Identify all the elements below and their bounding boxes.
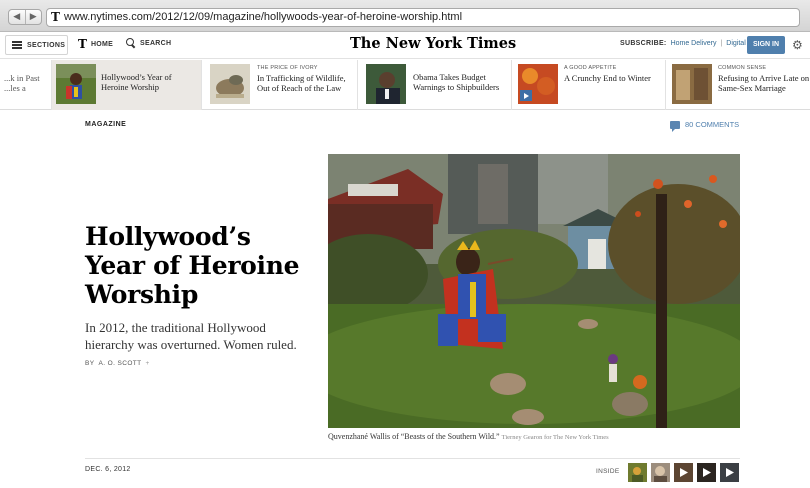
browser-toolbar: ◀ ▶ T www.nytimes.com/2012/12/09/magazin… [0,0,810,32]
ribbon-thumbnail [210,64,250,104]
ribbon-title: In Trafficking of Wildlife, Out of Reach… [257,73,346,93]
ribbon-title: Hollywood’s Year of Heroine Worship [101,72,172,92]
ribbon-title: Refusing to Arrive Late on Same-Sex Marr… [718,73,810,93]
ribbon-thumbnail [366,64,406,104]
history-buttons: ◀ ▶ [8,9,42,25]
t-logo-icon: T [78,37,87,51]
ribbon-thumbnail [518,64,558,104]
author-link[interactable]: A. O. SCOTT [98,360,141,367]
subscribe-label: SUBSCRIBE: [620,40,667,47]
ribbon-item[interactable]: ...k in Past ...les a [0,60,52,110]
ribbon-title: ...k in Past ...les a [4,73,40,93]
ribbon-thumbnail [672,64,712,104]
site-header: SECTIONS T HOME SEARCH The New York Time… [0,32,810,59]
home-delivery-link[interactable]: Home Delivery [671,40,717,47]
ribbon-kicker: A GOOD APPETITE [564,65,617,71]
site-favicon-icon: T [51,10,60,24]
address-url[interactable]: www.nytimes.com/2012/12/09/magazine/holl… [64,11,462,23]
home-button[interactable]: T HOME [78,38,113,50]
inside-video-thumbnail[interactable] [720,463,739,482]
sections-label: SECTIONS [27,41,66,49]
comment-bubble-icon [670,120,680,132]
divider [85,458,740,459]
ribbon-item[interactable]: A GOOD APPETITE A Crunchy End to Winter [512,60,666,110]
home-label: HOME [90,40,114,48]
inside-video-thumbnail[interactable] [674,463,693,482]
ribbon-item-active[interactable]: Hollywood’s Year of Heroine Worship [52,60,202,110]
inside-label: INSIDE [596,468,620,475]
byline-by: BY [85,360,95,367]
article-summary: In 2012, the traditional Hollywood hiera… [85,320,297,352]
inside-thumbnail[interactable] [628,463,647,482]
comments-count: 80 COMMENTS [685,120,740,129]
ribbon-item[interactable]: Obama Takes Budget Warnings to Shipbuild… [358,60,512,110]
hamburger-icon [12,41,22,49]
ribbon-item[interactable]: THE PRICE OF IVORY In Trafficking of Wil… [202,60,358,110]
address-bar[interactable]: T www.nytimes.com/2012/12/09/magazine/ho… [46,8,800,27]
photo-credit: Tierney Gearon for The New York Times [501,434,609,441]
section-label[interactable]: MAGAZINE [85,121,126,128]
back-icon[interactable]: ◀ [9,10,26,24]
ribbon-kicker: COMMON SENSE [718,65,767,71]
gear-icon[interactable]: ⚙ [792,38,803,52]
follow-author-icon[interactable]: + [146,360,150,367]
inside-video-thumbnail[interactable] [697,463,716,482]
ribbon-thumbnail [56,64,96,104]
publish-date: DEC. 6, 2012 [85,466,131,473]
ribbon-title: A Crunchy End to Winter [564,73,651,83]
photo-caption: Quvenzhané Wallis of “Beasts of the Sout… [328,432,748,441]
article-headline: Hollywood’s Year of Heroine Worship [85,222,300,309]
lead-photo [328,154,740,428]
search-icon [126,38,136,48]
caption-text: Quvenzhané Wallis of “Beasts of the Sout… [328,432,500,441]
search-label: SEARCH [140,39,172,47]
digital-link[interactable]: Digital [726,40,745,47]
nyt-logo[interactable]: The New York Times [350,35,516,52]
subscribe-links: SUBSCRIBE: Home Delivery | Digital [620,40,746,47]
ribbon-item[interactable]: COMMON SENSE Refusing to Arrive Late on … [666,60,810,110]
ribbon-title: Obama Takes Budget Warnings to Shipbuild… [413,72,500,92]
subscribe-separator: | [720,40,723,47]
ribbon-kicker: THE PRICE OF IVORY [257,65,318,71]
inside-thumbnail[interactable] [651,463,670,482]
story-ribbon: ...k in Past ...les a Hollywood’s Year o… [0,60,810,110]
sign-in-button[interactable]: SIGN IN [747,36,785,54]
search-button[interactable]: SEARCH [126,38,171,48]
sections-button[interactable]: SECTIONS [5,35,68,55]
comments-link[interactable]: 80 COMMENTS [670,120,740,132]
forward-icon[interactable]: ▶ [26,10,42,24]
byline: BY A. O. SCOTT + [85,360,150,367]
nyt-article-page: ◀ ▶ T www.nytimes.com/2012/12/09/magazin… [0,0,810,488]
